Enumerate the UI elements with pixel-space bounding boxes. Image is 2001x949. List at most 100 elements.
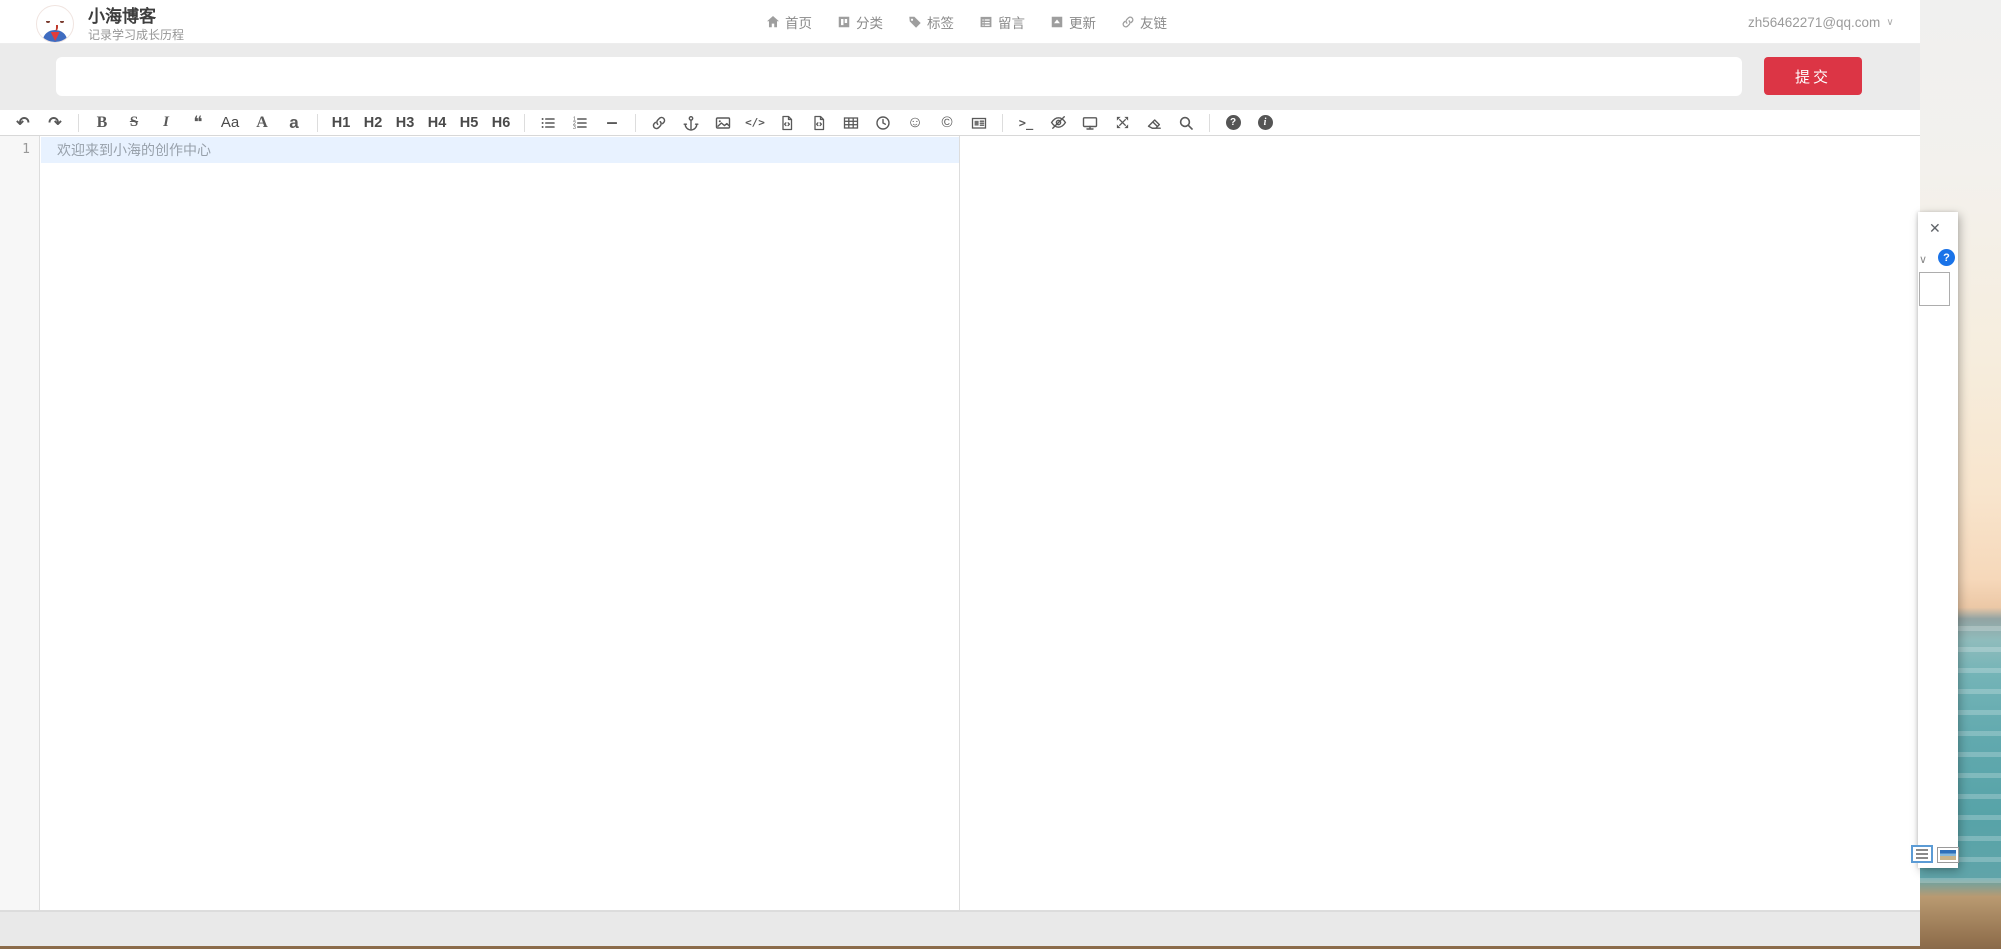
user-menu[interactable]: zh56462271@qq.com ∨ — [1748, 0, 1894, 44]
goto-line-button[interactable]: >_ — [1010, 111, 1042, 135]
file-code-block-icon — [811, 115, 827, 131]
editor-code-area[interactable]: 欢迎来到小海的创作中心 — [41, 136, 959, 910]
nav-label: 首页 — [785, 12, 812, 32]
toolbar-separator — [524, 114, 525, 132]
code-button[interactable]: </> — [739, 111, 771, 135]
terminal-icon: >_ — [1019, 116, 1033, 130]
emoji-icon: ☺︎ — [907, 114, 923, 132]
code-block-button[interactable] — [803, 111, 835, 135]
update-icon — [1050, 15, 1064, 29]
preformatted-text-button[interactable] — [771, 111, 803, 135]
toolbar-separator — [78, 114, 79, 132]
blog-editor-page: 小海博客 记录学习成长历程 首页 分类 标签 — [0, 0, 1920, 946]
italic-button[interactable]: I — [150, 111, 182, 135]
h5-button[interactable]: H5 — [453, 111, 485, 135]
monitor-icon — [1082, 115, 1098, 131]
line-number: 1 — [0, 137, 30, 163]
tag-icon — [908, 15, 922, 29]
strikethrough-icon: S — [130, 114, 138, 131]
undo-button[interactable]: ↶ — [7, 111, 39, 135]
nav-item-update[interactable]: 更新 — [1050, 12, 1096, 32]
lowercase-button[interactable]: a — [278, 111, 310, 135]
help-button[interactable]: ? — [1217, 111, 1249, 135]
copyright-icon: © — [941, 114, 952, 131]
nav-item-home[interactable]: 首页 — [766, 12, 812, 32]
category-icon — [837, 15, 851, 29]
help-icon: ? — [1226, 115, 1241, 130]
line-text: 欢迎来到小海的创作中心 — [41, 140, 211, 160]
site-subtitle: 记录学习成长历程 — [88, 28, 184, 42]
overlay-thumbnails — [1911, 845, 1959, 863]
h1-button[interactable]: H1 — [325, 111, 357, 135]
h4-button[interactable]: H4 — [421, 111, 453, 135]
link-button[interactable] — [643, 111, 675, 135]
site-header: 小海博客 记录学习成长历程 首页 分类 标签 — [0, 0, 1920, 44]
image-button[interactable] — [707, 111, 739, 135]
search-button[interactable] — [1170, 111, 1202, 135]
layout-option-image[interactable] — [1937, 847, 1959, 863]
site-logo-avatar[interactable] — [36, 5, 74, 43]
fullscreen-button[interactable] — [1106, 111, 1138, 135]
quote-button[interactable]: ❝ — [182, 111, 214, 135]
chevron-down-icon: ∨ — [1886, 17, 1893, 28]
info-button[interactable]: i — [1249, 111, 1281, 135]
pagebreak-button[interactable] — [963, 111, 995, 135]
eraser-icon — [1146, 115, 1162, 131]
strikethrough-button[interactable]: S — [118, 111, 150, 135]
h6-icon: H6 — [492, 115, 511, 131]
search-icon — [1178, 115, 1194, 131]
layout-option-list[interactable] — [1911, 845, 1933, 863]
hr-button[interactable] — [596, 111, 628, 135]
post-title-input[interactable] — [56, 57, 1742, 96]
anchor-icon — [683, 115, 699, 131]
h2-icon: H2 — [364, 115, 383, 131]
markdown-editor: 1 欢迎来到小海的创作中心 — [0, 136, 1920, 911]
reference-link-button[interactable] — [675, 111, 707, 135]
friend-link-icon — [1121, 15, 1135, 29]
ucwords-button[interactable]: Aa — [214, 111, 246, 135]
list-ul-button[interactable] — [532, 111, 564, 135]
nav-item-tag[interactable]: 标签 — [908, 12, 954, 32]
h2-button[interactable]: H2 — [357, 111, 389, 135]
h3-button[interactable]: H3 — [389, 111, 421, 135]
site-title[interactable]: 小海博客 — [88, 7, 184, 26]
uppercase-button[interactable]: A — [246, 111, 278, 135]
file-code-icon — [779, 115, 795, 131]
nav-item-category[interactable]: 分类 — [837, 12, 883, 32]
home-icon — [766, 15, 780, 29]
table-button[interactable] — [835, 111, 867, 135]
html-entities-button[interactable]: © — [931, 111, 963, 135]
submit-button[interactable]: 提交 — [1764, 57, 1862, 95]
nav-item-friend-link[interactable]: 友链 — [1121, 12, 1167, 32]
preview-button[interactable] — [1074, 111, 1106, 135]
horizontal-rule-icon — [604, 115, 620, 131]
main-nav: 首页 分类 标签 留言 更新 — [766, 0, 1167, 44]
redo-button[interactable]: ↷ — [39, 111, 71, 135]
watch-button[interactable] — [1042, 111, 1074, 135]
overlay-input[interactable] — [1919, 272, 1950, 306]
chevron-down-icon[interactable]: ∨ — [1919, 253, 1927, 266]
nav-label: 友链 — [1140, 12, 1167, 32]
datetime-button[interactable] — [867, 111, 899, 135]
bold-button[interactable]: B — [86, 111, 118, 135]
info-icon: i — [1258, 115, 1273, 130]
avatar-eye — [60, 20, 64, 23]
link-icon — [651, 115, 667, 131]
italic-icon: I — [163, 114, 169, 131]
markdown-preview-pane — [960, 136, 1920, 910]
h6-button[interactable]: H6 — [485, 111, 517, 135]
clear-button[interactable] — [1138, 111, 1170, 135]
quote-icon: ❝ — [193, 118, 202, 128]
ucwords-icon: Aa — [221, 114, 239, 131]
list-ol-button[interactable]: 123 — [564, 111, 596, 135]
avatar-eye — [46, 20, 50, 23]
close-icon[interactable]: ✕ — [1929, 220, 1941, 237]
toolbar-separator — [317, 114, 318, 132]
clock-icon — [875, 115, 891, 131]
nav-item-message[interactable]: 留言 — [979, 12, 1025, 32]
help-icon[interactable]: ? — [1938, 249, 1955, 266]
emoji-button[interactable]: ☺︎ — [899, 111, 931, 135]
nav-label: 更新 — [1069, 12, 1096, 32]
active-line[interactable]: 欢迎来到小海的创作中心 — [41, 137, 959, 163]
lowercase-icon: a — [289, 113, 298, 133]
